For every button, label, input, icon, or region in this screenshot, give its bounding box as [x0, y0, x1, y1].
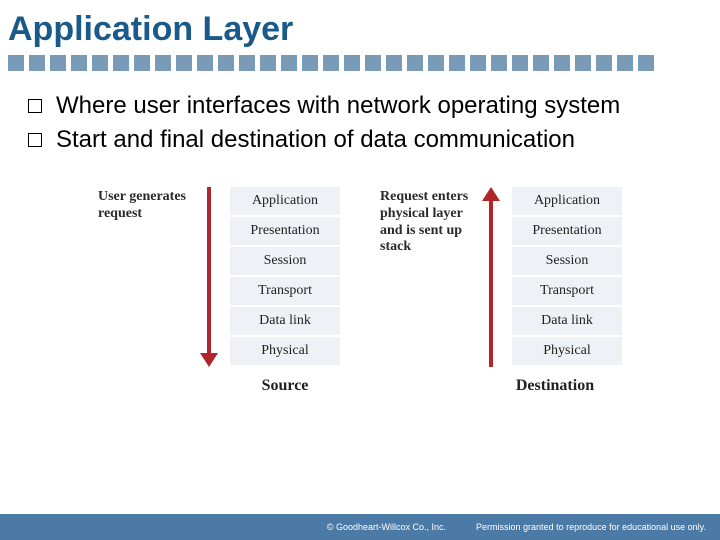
destination-stack: Application Presentation Session Transpo… — [512, 187, 622, 367]
source-column: User generates request Application Prese… — [98, 187, 340, 367]
layer-box: Physical — [512, 337, 622, 367]
layer-box: Transport — [230, 277, 340, 307]
layer-box: Session — [512, 247, 622, 277]
layer-box: Application — [512, 187, 622, 217]
osi-diagram: User generates request Application Prese… — [0, 169, 720, 367]
stack-labels: Source Destination — [0, 367, 720, 395]
layer-box: Presentation — [512, 217, 622, 247]
layer-box: Application — [230, 187, 340, 217]
layer-box: Transport — [512, 277, 622, 307]
destination-column: Request enters physical layer and is sen… — [380, 187, 622, 367]
source-label: Source — [110, 377, 340, 395]
footer-copyright: © Goodheart-Willcox Co., Inc. — [327, 522, 446, 532]
decor-squares — [0, 55, 720, 81]
bullet-item: Where user interfaces with network opera… — [28, 91, 700, 121]
source-stack: Application Presentation Session Transpo… — [230, 187, 340, 367]
destination-label: Destination — [380, 377, 610, 395]
layer-box: Physical — [230, 337, 340, 367]
layer-box: Session — [230, 247, 340, 277]
bullet-item: Start and final destination of data comm… — [28, 125, 700, 155]
layer-box: Presentation — [230, 217, 340, 247]
source-caption: User generates request — [98, 187, 188, 223]
footer-bar: © Goodheart-Willcox Co., Inc. Permission… — [0, 514, 720, 540]
footer-permission: Permission granted to reproduce for educ… — [476, 522, 706, 532]
layer-box: Data link — [230, 307, 340, 337]
arrow-down-icon — [200, 187, 218, 367]
page-title: Application Layer — [0, 0, 720, 55]
layer-box: Data link — [512, 307, 622, 337]
bullet-list: Where user interfaces with network opera… — [0, 81, 720, 169]
arrow-up-icon — [482, 187, 500, 367]
destination-caption: Request enters physical layer and is sen… — [380, 187, 470, 256]
